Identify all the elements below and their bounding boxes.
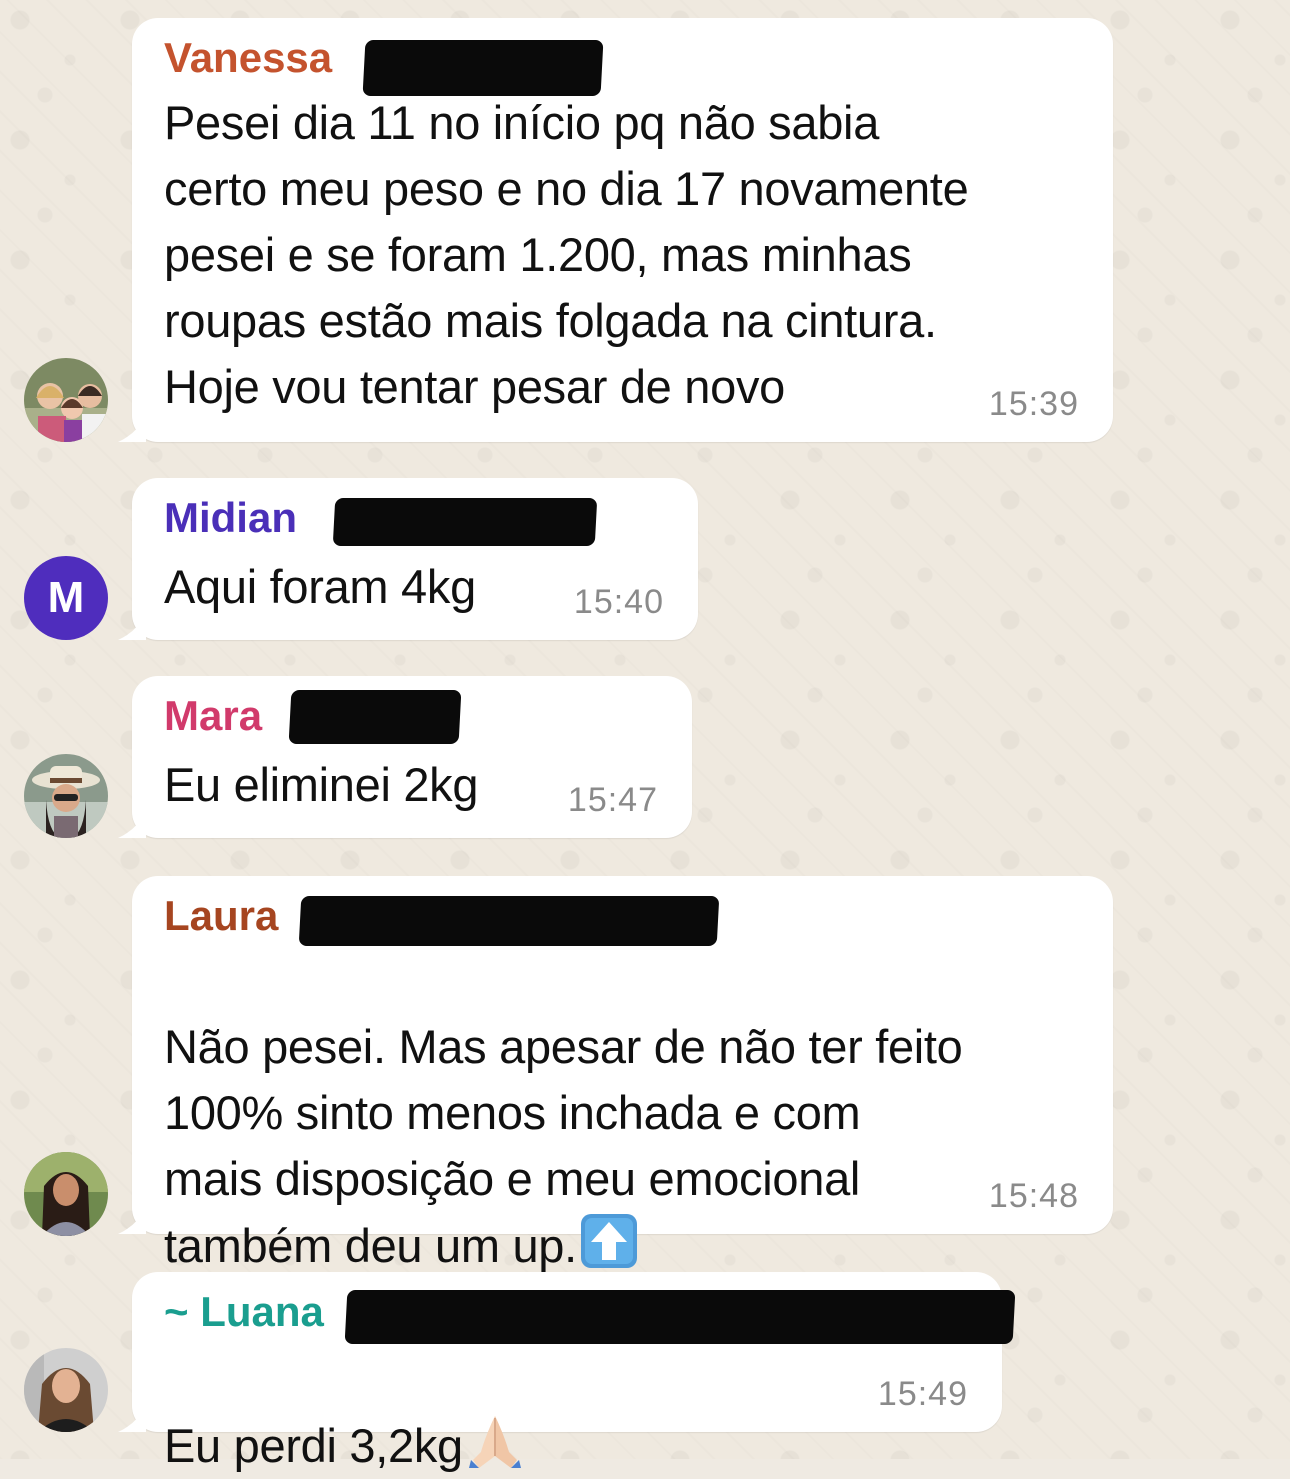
message-text: Pesei dia 11 no início pq não sabia cert…	[164, 96, 969, 413]
message-text-content: Eu perdi 3,2kg	[164, 1419, 463, 1472]
message-time: 15:49	[877, 1375, 968, 1413]
avatar[interactable]	[24, 754, 108, 838]
sender-name[interactable]: Laura	[164, 892, 278, 940]
message-text: Não pesei. Mas apesar de não ter feito 1…	[164, 948, 1094, 1279]
message-text: Eu eliminei 2kg	[164, 758, 479, 811]
message-bubble[interactable]: Mara Eu eliminei 2kg 15:47	[118, 676, 692, 838]
avatar[interactable]	[24, 1348, 108, 1432]
message-time: 15:48	[988, 1177, 1079, 1215]
message-bubble[interactable]: ~ Luana Eu perdi 3,2kg 15:49	[118, 1272, 1016, 1472]
praying-hands-emoji-icon	[468, 1416, 521, 1468]
message-text: Aqui foram 4kg	[164, 560, 476, 613]
avatar[interactable]: M	[24, 556, 108, 640]
sender-name[interactable]: Midian	[164, 494, 297, 542]
bubble-tail	[118, 416, 146, 442]
up-arrow-emoji-icon	[580, 1214, 637, 1268]
message-bubble[interactable]: Laura Não pesei. Mas apesar de não ter f…	[118, 876, 1113, 1272]
avatar[interactable]	[24, 358, 108, 442]
message-bubble[interactable]: Midian Aqui foram 4kg 15:40	[118, 478, 698, 640]
bubble-tail	[118, 614, 146, 640]
avatar[interactable]	[24, 1152, 108, 1236]
bubble-tail	[118, 812, 146, 838]
sender-name[interactable]: Vanessa	[164, 34, 332, 82]
redaction-bar	[298, 896, 720, 946]
message-text: Eu perdi 3,2kg	[164, 1346, 525, 1479]
redaction-bar	[362, 40, 604, 96]
redaction-bar	[344, 1290, 1016, 1344]
bubble-tail	[118, 1406, 146, 1432]
message-time: 15:40	[573, 583, 664, 621]
message-time: 15:39	[988, 385, 1079, 423]
message-bubble[interactable]: Vanessa Pesei dia 11 no início pq não sa…	[118, 18, 1113, 442]
redaction-bar	[332, 498, 598, 546]
sender-name[interactable]: Mara	[164, 692, 262, 740]
redaction-bar	[288, 690, 462, 744]
message-time: 15:47	[567, 781, 658, 819]
message-text-content: Não pesei. Mas apesar de não ter feito 1…	[164, 1020, 963, 1272]
bubble-tail	[118, 1208, 146, 1234]
sender-name[interactable]: ~ Luana	[164, 1288, 324, 1336]
